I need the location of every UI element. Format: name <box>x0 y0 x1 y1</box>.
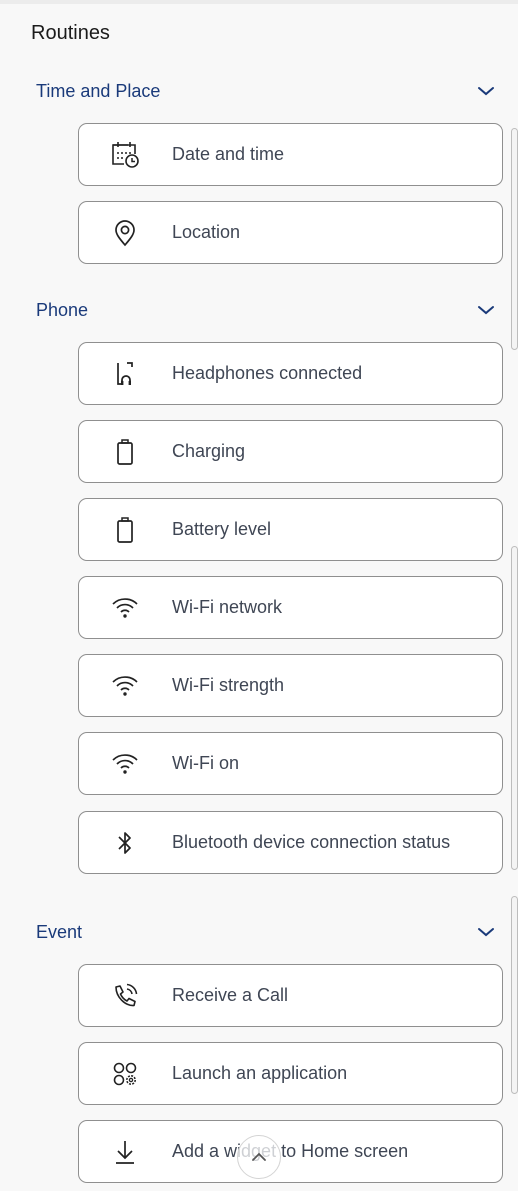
battery-icon <box>109 515 141 545</box>
list-item-receive-a-call[interactable]: Receive a Call <box>78 964 503 1027</box>
list-item-label: Charging <box>172 441 246 461</box>
list-item-location[interactable]: Location <box>78 201 503 264</box>
headphones-icon <box>109 359 141 389</box>
list-item-label: Launch an application <box>172 1063 348 1083</box>
section-header-event[interactable]: Event <box>36 919 496 945</box>
list-item-label: Wi-Fi network <box>172 597 283 617</box>
list-item-bluetooth-status[interactable]: Bluetooth device connection status <box>78 811 503 874</box>
calendar-clock-icon <box>109 140 141 170</box>
list-item-battery-level[interactable]: Battery level <box>78 498 503 561</box>
list-item-charging[interactable]: Charging <box>78 420 503 483</box>
scrollbar-track-upper[interactable] <box>511 128 518 350</box>
list-item-date-and-time[interactable]: Date and time <box>78 123 503 186</box>
list-item-launch-an-application[interactable]: Launch an application <box>78 1042 503 1105</box>
list-item-label: Headphones connected <box>172 363 363 383</box>
page-title: Routines <box>31 22 110 44</box>
section-label: Event <box>36 921 83 942</box>
section-header-time-and-place[interactable]: Time and Place <box>36 78 496 104</box>
list-item-label: Add a widget to Home screen <box>172 1141 409 1161</box>
list-item-label: Date and time <box>172 144 285 164</box>
list-item-headphones-connected[interactable]: Headphones connected <box>78 342 503 405</box>
phone-ringing-icon <box>109 981 141 1011</box>
list-item-label: Location <box>172 222 241 242</box>
location-pin-icon <box>109 218 141 248</box>
list-item-label: Battery level <box>172 519 272 539</box>
section-label: Time and Place <box>36 80 161 101</box>
list-item-label: Bluetooth device connection status <box>172 832 451 852</box>
top-bar <box>0 0 518 4</box>
chevron-down-icon[interactable] <box>476 303 496 317</box>
chevron-down-icon[interactable] <box>476 84 496 98</box>
list-item-label: Wi-Fi strength <box>172 675 285 695</box>
scrollbar-track-lower[interactable] <box>511 896 518 1094</box>
list-item-add-widget-to-home-screen[interactable]: Add a widget to Home screen <box>78 1120 503 1183</box>
bluetooth-icon <box>109 828 141 858</box>
scrollbar-thumb[interactable] <box>511 546 518 870</box>
chevron-down-icon[interactable] <box>476 925 496 939</box>
download-arrow-icon <box>109 1137 141 1167</box>
section-label: Phone <box>36 299 89 320</box>
chevron-up-icon <box>252 1152 266 1161</box>
wifi-icon <box>109 671 141 701</box>
list-item-label: Receive a Call <box>172 985 289 1005</box>
scroll-to-top-button[interactable] <box>237 1135 281 1179</box>
battery-icon <box>109 437 141 467</box>
wifi-icon <box>109 593 141 623</box>
section-header-phone[interactable]: Phone <box>36 297 496 323</box>
apps-settings-icon <box>109 1059 141 1089</box>
list-item-wifi-network[interactable]: Wi-Fi network <box>78 576 503 639</box>
wifi-icon <box>109 749 141 779</box>
list-item-wifi-on[interactable]: Wi-Fi on <box>78 732 503 795</box>
list-item-label: Wi-Fi on <box>172 753 239 773</box>
list-item-wifi-strength[interactable]: Wi-Fi strength <box>78 654 503 717</box>
